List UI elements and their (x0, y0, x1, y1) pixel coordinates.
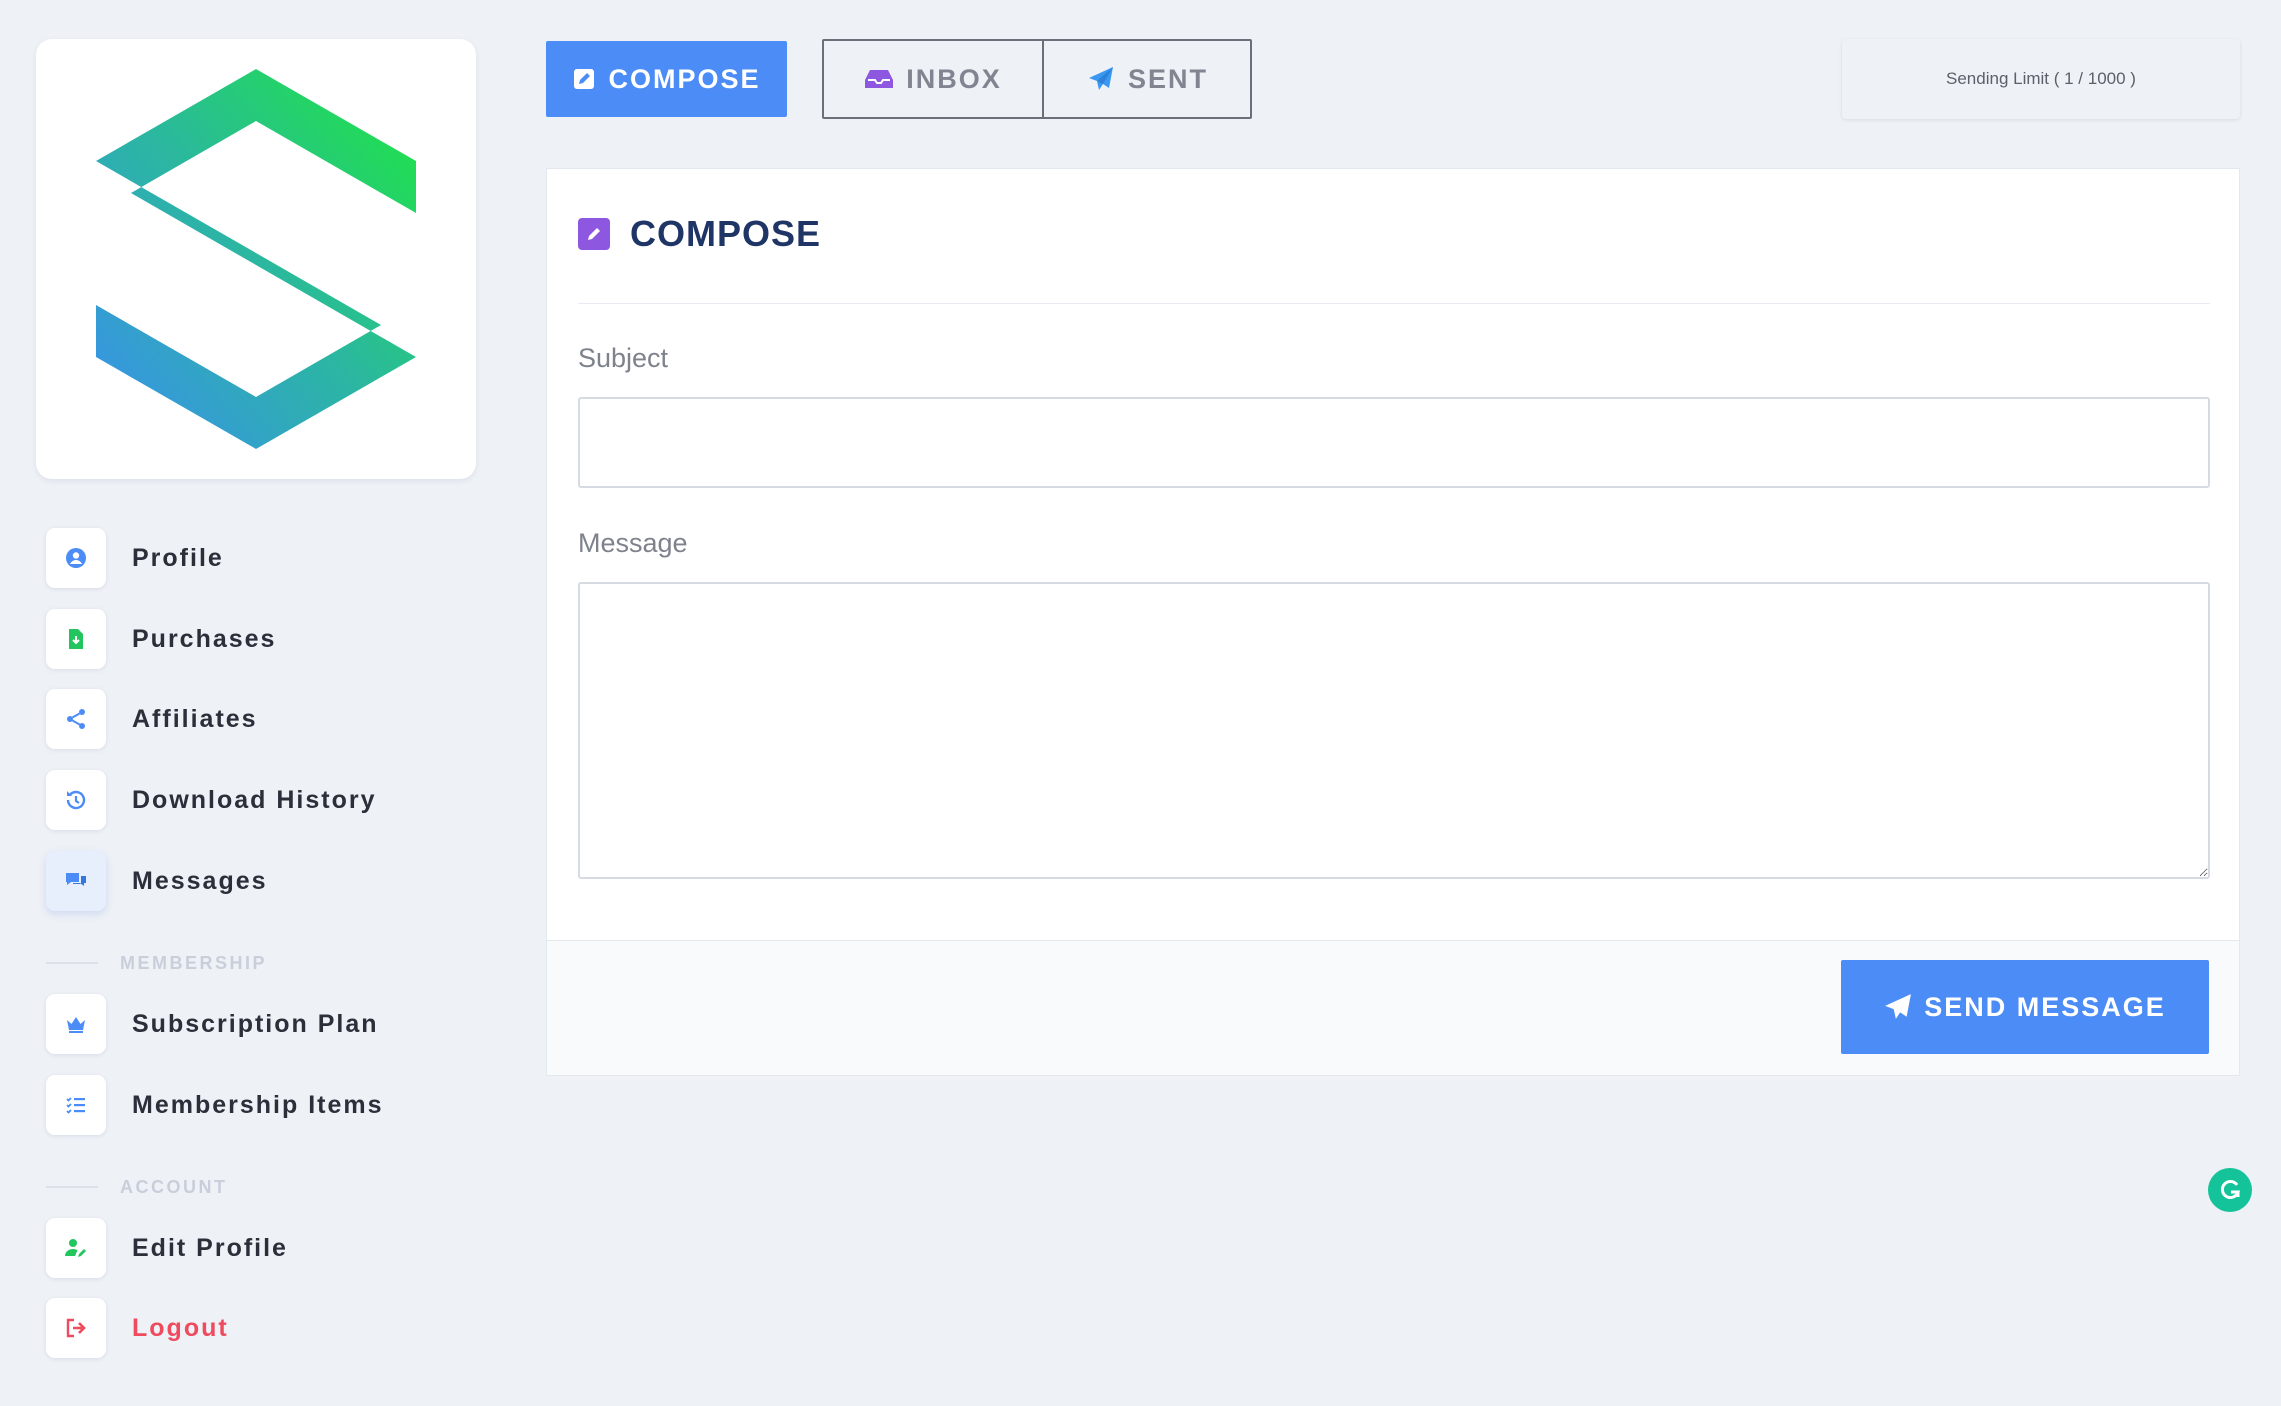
section-header-account: ACCOUNT (46, 1172, 486, 1202)
sidebar-item-label: Logout (132, 1313, 229, 1342)
compose-card-footer: SEND MESSAGE (547, 940, 2239, 1075)
grammarly-icon (2220, 1180, 2241, 1199)
user-circle-icon (66, 548, 86, 568)
sidebar-item-label: Edit Profile (132, 1233, 288, 1262)
divider (578, 303, 2210, 304)
section-header-membership: MEMBERSHIP (46, 948, 486, 978)
sidebar-item-download-history[interactable]: Download History (46, 770, 486, 830)
sent-tab-button[interactable]: SENT (1044, 41, 1250, 117)
mailbox-tab-group: INBOX SENT (822, 39, 1252, 119)
send-message-button[interactable]: SEND MESSAGE (1841, 960, 2209, 1054)
brand-logo-card (36, 39, 476, 479)
logo-icon (96, 69, 416, 449)
crown-icon (67, 1017, 85, 1033)
message-textarea[interactable] (578, 582, 2210, 879)
pencil-icon (588, 228, 600, 240)
sidebar-item-logout[interactable]: Logout (46, 1298, 486, 1358)
comments-icon (66, 873, 86, 886)
sidebar-item-label: Affiliates (132, 704, 258, 733)
sidebar-item-label: Membership Items (132, 1090, 384, 1119)
compose-card-header: COMPOSE (578, 209, 821, 259)
file-download-icon (69, 629, 83, 649)
paper-plane-icon (1885, 994, 1912, 1019)
compose-tab-button[interactable]: COMPOSE (546, 41, 787, 117)
sidebar-item-label: Purchases (132, 624, 277, 653)
subject-input[interactable] (578, 397, 2210, 488)
sign-out-icon (66, 1318, 86, 1338)
compose-tab-label: COMPOSE (608, 63, 761, 94)
grammarly-button[interactable] (2208, 1168, 2252, 1212)
inbox-icon (865, 70, 894, 88)
section-title: ACCOUNT (120, 1176, 228, 1197)
sidebar-item-label: Profile (132, 543, 224, 572)
compose-card: COMPOSE Subject Message SEND MESSAGE (546, 168, 2240, 1076)
history-icon (66, 790, 86, 810)
subject-label: Subject (578, 343, 669, 373)
user-edit-icon (65, 1239, 86, 1257)
sidebar-item-membership-items[interactable]: Membership Items (46, 1075, 486, 1135)
edit-icon (574, 69, 595, 89)
inbox-tab-label: INBOX (906, 63, 1002, 94)
sidebar-item-profile[interactable]: Profile (46, 528, 486, 588)
sidebar-item-purchases[interactable]: Purchases (46, 609, 486, 669)
sidebar-item-edit-profile[interactable]: Edit Profile (46, 1218, 486, 1278)
sidebar-item-label: Subscription Plan (132, 1009, 379, 1038)
paper-plane-icon (1088, 67, 1113, 90)
sidebar-item-label: Download History (132, 785, 377, 814)
section-title: MEMBERSHIP (120, 952, 268, 973)
inbox-tab-button[interactable]: INBOX (824, 41, 1044, 117)
sidebar-item-messages[interactable]: Messages (46, 851, 486, 911)
send-message-label: SEND MESSAGE (1924, 991, 2166, 1022)
sidebar-item-label: Messages (132, 866, 268, 895)
share-icon (67, 709, 85, 729)
message-label: Message (578, 528, 688, 558)
checklist-icon (66, 1097, 85, 1114)
compose-card-title: COMPOSE (630, 213, 822, 254)
sending-limit-indicator: Sending Limit ( 1 / 1000 ) (1842, 39, 2240, 119)
sent-tab-label: SENT (1127, 63, 1208, 94)
sidebar-item-subscription-plan[interactable]: Subscription Plan (46, 994, 486, 1054)
sidebar-item-affiliates[interactable]: Affiliates (46, 689, 486, 749)
